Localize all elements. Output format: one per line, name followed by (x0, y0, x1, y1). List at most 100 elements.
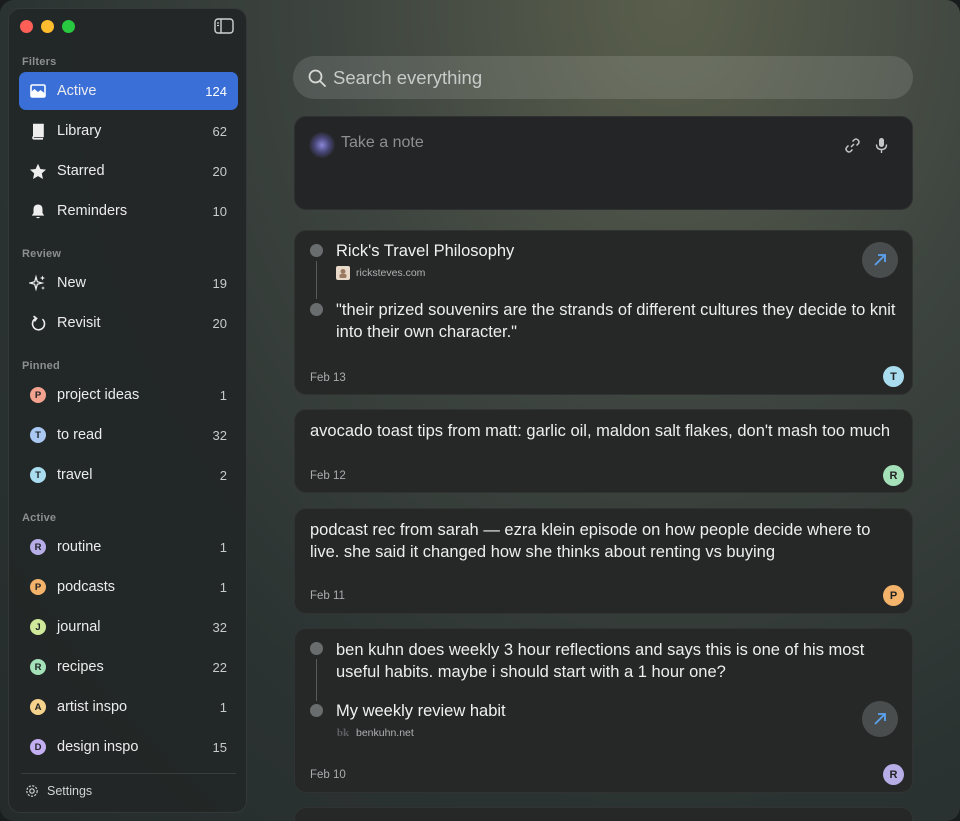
bell-icon (29, 202, 47, 220)
tag-dot: R (30, 659, 46, 675)
sparkles-icon (29, 274, 47, 292)
note-input-placeholder[interactable]: Take a note (341, 134, 424, 152)
refresh-icon (29, 314, 47, 332)
search-icon (307, 68, 327, 88)
card-date: Feb 13 (310, 372, 346, 384)
sidebar-item-count: 20 (212, 163, 227, 179)
thread-line (316, 261, 317, 299)
card-tag-avatar[interactable]: P (883, 585, 904, 606)
tag-dot: J (30, 619, 46, 635)
card-source[interactable]: bk benkuhn.net (336, 726, 414, 740)
favicon-icon: bk (336, 727, 350, 739)
sidebar-item-count: 62 (212, 123, 227, 139)
sidebar-item-count: 124 (205, 83, 227, 99)
sidebar-item-count: 32 (212, 427, 227, 443)
card-text: ben kuhn does weekly 3 hour reflections … (336, 641, 865, 681)
minimize-window-button[interactable] (41, 20, 54, 33)
card-tag-avatar[interactable]: T (883, 366, 904, 387)
sidebar-toggle-icon[interactable] (214, 18, 234, 34)
card-date: Feb 11 (310, 590, 345, 602)
sidebar: Filters Active 124 Library 62 Starred 20… (8, 8, 247, 813)
thread-line (316, 659, 317, 701)
sidebar-item-routine[interactable]: R routine 1 (19, 528, 238, 566)
tag-dot: R (30, 539, 46, 555)
sidebar-item-journal[interactable]: J journal 32 (19, 608, 238, 646)
sidebar-item-count: 19 (212, 275, 227, 291)
sidebar-item-library[interactable]: Library 62 (19, 112, 238, 150)
card-title: Rick's Travel Philosophy (336, 242, 515, 260)
star-icon (29, 162, 47, 180)
search-bar[interactable] (293, 56, 913, 99)
arrow-up-right-icon (874, 713, 886, 725)
sidebar-item-active[interactable]: Active 124 (19, 72, 238, 110)
card-source[interactable]: ricksteves.com (336, 266, 425, 280)
sidebar-item-artist-inspo[interactable]: A artist inspo 1 (19, 688, 238, 726)
bullet-icon (310, 244, 323, 257)
section-label-review: Review (22, 248, 62, 260)
sidebar-item-label: Active (57, 83, 97, 99)
card-text: podcast rec from sarah — ezra klein epis… (310, 521, 871, 561)
tag-dot: P (30, 579, 46, 595)
sidebar-item-count: 1 (219, 539, 227, 555)
card-tag-avatar[interactable]: R (883, 465, 904, 486)
microphone-icon[interactable] (873, 137, 890, 154)
card-date: Feb 12 (310, 470, 346, 482)
open-link-button[interactable] (862, 242, 898, 278)
sidebar-item-label: Reminders (57, 203, 128, 219)
sidebar-item-project-ideas[interactable]: P project ideas 1 (19, 376, 238, 414)
sidebar-item-count: 10 (212, 203, 227, 219)
sidebar-item-label: travel (57, 467, 93, 483)
tag-dot: P (30, 387, 46, 403)
sidebar-item-design-inspo[interactable]: D design inspo 15 (19, 728, 238, 766)
search-input[interactable] (333, 66, 873, 89)
note-composer[interactable]: Take a note (294, 116, 913, 210)
bullet-icon (310, 704, 323, 717)
settings-button[interactable]: Settings (25, 782, 92, 800)
sidebar-item-label: Library (57, 123, 102, 139)
sidebar-item-label: artist inspo (57, 699, 128, 715)
bullet-icon (310, 303, 323, 316)
open-link-button[interactable] (862, 701, 898, 737)
sidebar-item-recipes[interactable]: R recipes 22 (19, 648, 238, 686)
note-card[interactable]: podcast rec from sarah — ezra klein epis… (294, 508, 913, 614)
tag-dot: A (30, 699, 46, 715)
sidebar-item-to-read[interactable]: T to read 32 (19, 416, 238, 454)
sidebar-item-label: to read (57, 427, 103, 443)
sidebar-item-label: podcasts (57, 579, 116, 595)
inbox-icon (29, 82, 47, 100)
sidebar-item-label: New (57, 275, 87, 291)
zoom-window-button[interactable] (62, 20, 75, 33)
sidebar-item-reminders[interactable]: Reminders 10 (19, 192, 238, 230)
close-window-button[interactable] (20, 20, 33, 33)
note-card[interactable]: Rick's Travel Philosophy ricksteves.com … (294, 230, 913, 395)
sidebar-item-count: 1 (219, 699, 227, 715)
tag-dot: D (30, 739, 46, 755)
sidebar-item-label: project ideas (57, 387, 140, 403)
section-label-filters: Filters (22, 56, 57, 68)
note-card[interactable]: ben kuhn does weekly 3 hour reflections … (294, 628, 913, 793)
card-tag-avatar[interactable]: R (883, 764, 904, 785)
sidebar-item-label: routine (57, 539, 102, 555)
card-text: avocado toast tips from matt: garlic oil… (310, 422, 890, 440)
tag-dot: T (30, 427, 46, 443)
sidebar-item-count: 20 (212, 315, 227, 331)
note-card[interactable] (294, 807, 913, 821)
sidebar-item-podcasts[interactable]: P podcasts 1 (19, 568, 238, 606)
card-title: My weekly review habit (336, 702, 506, 720)
book-icon (29, 122, 47, 140)
card-source-domain: ricksteves.com (356, 267, 426, 279)
link-icon[interactable] (844, 137, 861, 154)
note-card[interactable]: avocado toast tips from matt: garlic oil… (294, 409, 913, 493)
arrow-up-right-icon (874, 254, 886, 266)
composer-actions (844, 137, 890, 154)
sidebar-item-label: Starred (57, 163, 105, 179)
bullet-icon (310, 642, 323, 655)
sidebar-item-revisit[interactable]: Revisit 20 (19, 304, 238, 342)
section-label-active: Active (22, 512, 57, 524)
sidebar-item-new[interactable]: New 19 (19, 264, 238, 302)
sidebar-item-starred[interactable]: Starred 20 (19, 152, 238, 190)
sidebar-item-count: 1 (219, 579, 227, 595)
sidebar-item-label: recipes (57, 659, 104, 675)
assistant-orb-icon (309, 132, 335, 158)
sidebar-item-travel[interactable]: T travel 2 (19, 456, 238, 494)
